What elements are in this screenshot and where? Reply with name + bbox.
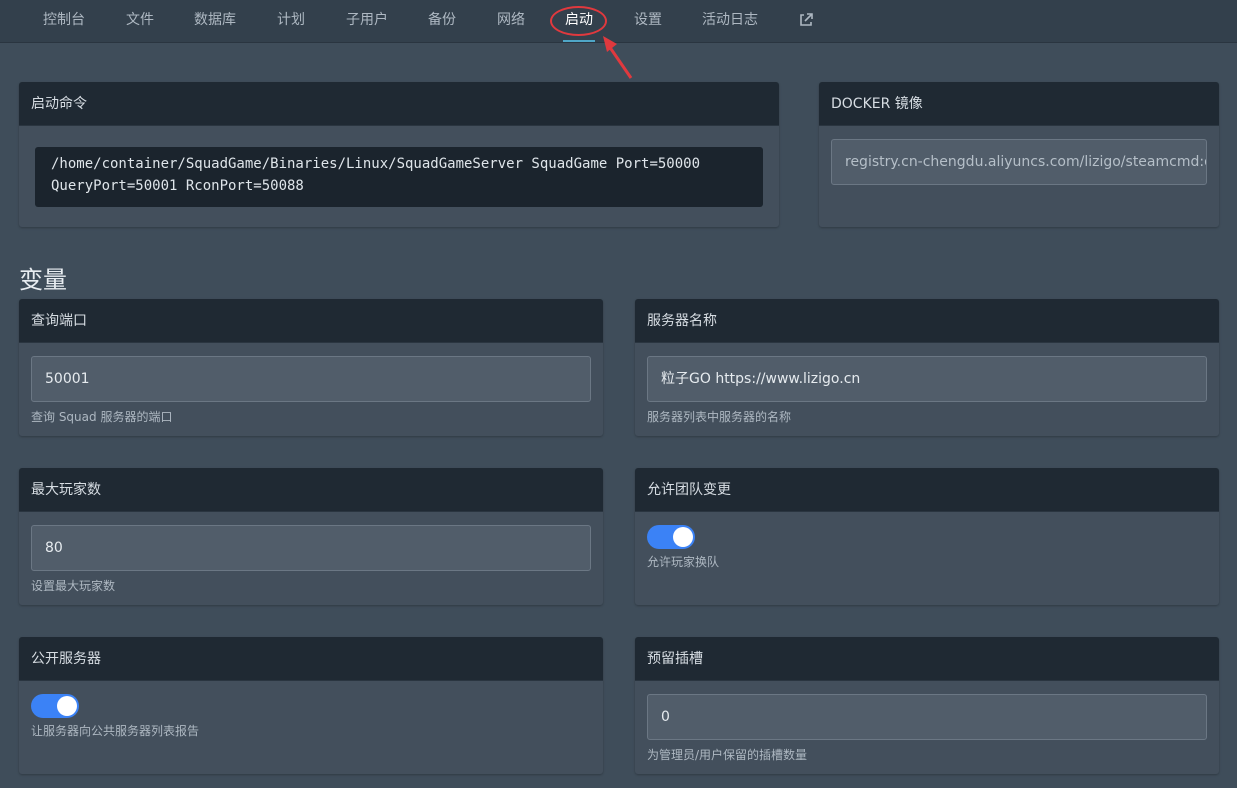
startup-command-title: 启动命令 [19, 82, 779, 126]
query-port-hint: 查询 Squad 服务器的端口 [31, 410, 173, 424]
tab-subusers[interactable]: 子用户 [346, 0, 388, 42]
tab-backups[interactable]: 备份 [428, 0, 456, 42]
query-port-card: 查询端口 50001 查询 Squad 服务器的端口 [19, 299, 603, 436]
public-server-label: 公开服务器 [19, 637, 603, 681]
query-port-input[interactable]: 50001 [31, 356, 591, 402]
tab-network[interactable]: 网络 [497, 0, 525, 42]
server-name-card: 服务器名称 粒子GO https://www.lizigo.cn 服务器列表中服… [635, 299, 1219, 436]
tab-activity-log[interactable]: 活动日志 [702, 0, 758, 42]
max-players-hint: 设置最大玩家数 [31, 579, 116, 593]
public-server-toggle[interactable] [31, 694, 79, 718]
docker-image-card: DOCKER 镜像 registry.cn-chengdu.aliyuncs.c… [819, 82, 1219, 227]
startup-command-box: /home/container/SquadGame/Binaries/Linux… [35, 147, 763, 207]
max-players-label: 最大玩家数 [19, 468, 603, 512]
team-change-toggle[interactable] [647, 525, 695, 549]
max-players-input[interactable]: 80 [31, 525, 591, 571]
toggle-knob [673, 527, 693, 547]
team-change-label: 允许团队变更 [635, 468, 1219, 512]
max-players-card: 最大玩家数 80 设置最大玩家数 [19, 468, 603, 605]
reserved-slots-card: 预留插槽 0 为管理员/用户保留的插槽数量 [635, 637, 1219, 774]
command-line-2: QueryPort=50001 RconPort=50088 [51, 178, 304, 194]
docker-image-title: DOCKER 镜像 [819, 82, 1219, 126]
server-name-input[interactable]: 粒子GO https://www.lizigo.cn [647, 356, 1207, 402]
tab-schedules[interactable]: 计划 [277, 0, 305, 42]
external-link-icon[interactable] [798, 12, 814, 28]
annotation-arrow-icon [603, 36, 633, 79]
toggle-knob [57, 696, 77, 716]
variables-title: 变量 [19, 266, 67, 294]
command-line-1: /home/container/SquadGame/Binaries/Linux… [51, 156, 701, 172]
server-name-label: 服务器名称 [635, 299, 1219, 343]
query-port-label: 查询端口 [19, 299, 603, 343]
startup-command-card: 启动命令 /home/container/SquadGame/Binaries/… [19, 82, 779, 227]
tab-files[interactable]: 文件 [126, 0, 154, 42]
tab-databases[interactable]: 数据库 [194, 0, 236, 42]
reserved-slots-label: 预留插槽 [635, 637, 1219, 681]
public-server-card: 公开服务器 让服务器向公共服务器列表报告 [19, 637, 603, 774]
tab-console[interactable]: 控制台 [43, 0, 85, 42]
reserved-slots-hint: 为管理员/用户保留的插槽数量 [647, 748, 808, 762]
public-server-hint: 让服务器向公共服务器列表报告 [31, 724, 200, 738]
team-change-hint: 允许玩家换队 [647, 555, 720, 569]
server-name-hint: 服务器列表中服务器的名称 [647, 410, 792, 424]
reserved-slots-input[interactable]: 0 [647, 694, 1207, 740]
team-change-card: 允许团队变更 允许玩家换队 [635, 468, 1219, 605]
docker-image-field[interactable]: registry.cn-chengdu.aliyuncs.com/lizigo/… [831, 139, 1207, 185]
